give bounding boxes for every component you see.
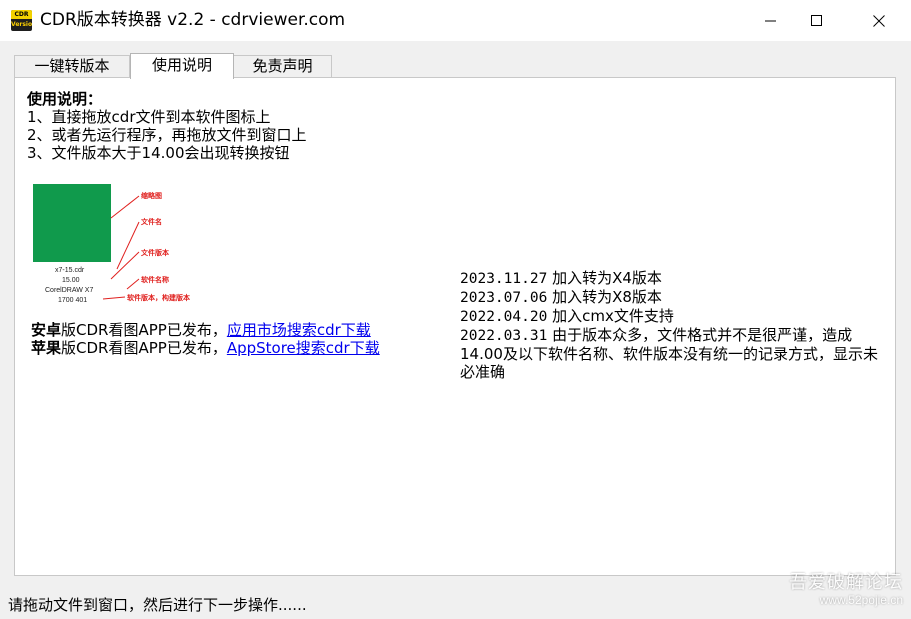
status-bar-text: 请拖动文件到窗口，然后进行下一步操作...... (8, 596, 307, 614)
android-text: 版CDR看图APP已发布， (61, 321, 227, 339)
ios-download-link[interactable]: AppStore搜索cdr下载 (227, 339, 380, 357)
callout-lines (102, 195, 140, 300)
changelog-date: 2022.03.31 (460, 328, 548, 344)
close-icon (873, 14, 885, 27)
changelog-date: 2023.07.06 (460, 290, 548, 306)
app-icon-top-text: CDR (11, 10, 32, 19)
watermark: 吾爱破解论坛 www.52pojie.cn (789, 571, 903, 607)
label-software-version: 软件版本，构建版本 (127, 295, 190, 302)
android-download-link[interactable]: 应用市场搜索cdr下载 (227, 321, 371, 339)
tab-one-click-convert[interactable]: 一键转版本 (14, 55, 130, 77)
usage-section: 使用说明： 1、直接拖放cdr文件到本软件图标上 2、或者先运行程序，再拖放文件… (27, 90, 307, 162)
thumbnail-diagram: x7-15.cdr 15.00 CorelDRAW X7 1700 401 缩略… (31, 182, 221, 310)
usage-line: 3、文件版本大于14.00会出现转换按钮 (27, 144, 290, 162)
label-file-version: 文件版本 (141, 250, 169, 257)
android-app-line: 安卓版CDR看图APP已发布，应用市场搜索cdr下载 (31, 321, 380, 339)
changelog-date: 2023.11.27 (460, 271, 548, 287)
usage-line: 1、直接拖放cdr文件到本软件图标上 (27, 108, 271, 126)
changelog-entry: 2022.03.31 由于版本众多，文件格式并不是很严谨，造成14.00及以下软… (460, 326, 885, 381)
android-label: 安卓 (31, 321, 62, 339)
changelog-date: 2022.04.20 (460, 309, 548, 325)
tab-disclaimer[interactable]: 免责声明 (233, 55, 332, 77)
title-bar[interactable]: CDR Version CDR版本转换器 v2.2 - cdrviewer.co… (0, 0, 911, 41)
watermark-url: www.52pojie.cn (819, 593, 903, 607)
maximize-button[interactable] (794, 0, 840, 41)
label-file-name: 文件名 (141, 219, 162, 226)
minimize-button[interactable] (748, 0, 794, 41)
changelog: 2023.11.27 加入转为X4版本 2023.07.06 加入转为X8版本 … (460, 269, 885, 381)
maximize-icon (811, 14, 822, 26)
watermark-title: 吾爱破解论坛 (789, 572, 903, 592)
changelog-text: 加入转为X8版本 (547, 288, 662, 306)
app-icon: CDR Version (11, 10, 32, 31)
tab-content-panel: 使用说明： 1、直接拖放cdr文件到本软件图标上 2、或者先运行程序，再拖放文件… (14, 77, 896, 576)
label-software-name: 软件名称 (141, 277, 169, 284)
label-thumbnail: 缩略图 (141, 193, 162, 200)
window-title: CDR版本转换器 v2.2 - cdrviewer.com (40, 10, 346, 30)
changelog-entry: 2023.11.27 加入转为X4版本 (460, 269, 885, 288)
app-announcements: 安卓版CDR看图APP已发布，应用市场搜索cdr下载 苹果版CDR看图APP已发… (31, 321, 380, 357)
app-icon-bottom-text: Version (11, 21, 32, 28)
changelog-entry: 2023.07.06 加入转为X8版本 (460, 288, 885, 307)
usage-heading: 使用说明： (27, 90, 103, 108)
tab-usage[interactable]: 使用说明 (130, 53, 234, 79)
changelog-entry: 2022.04.20 加入cmx文件支持 (460, 307, 885, 326)
close-button[interactable] (856, 0, 902, 41)
ios-text: 版CDR看图APP已发布， (61, 339, 227, 357)
changelog-text: 加入cmx文件支持 (547, 307, 674, 325)
usage-line: 2、或者先运行程序，再拖放文件到窗口上 (27, 126, 307, 144)
changelog-text: 加入转为X4版本 (547, 269, 662, 287)
minimize-icon (765, 20, 776, 21)
ios-label: 苹果 (31, 339, 62, 357)
ios-app-line: 苹果版CDR看图APP已发布，AppStore搜索cdr下载 (31, 339, 380, 357)
